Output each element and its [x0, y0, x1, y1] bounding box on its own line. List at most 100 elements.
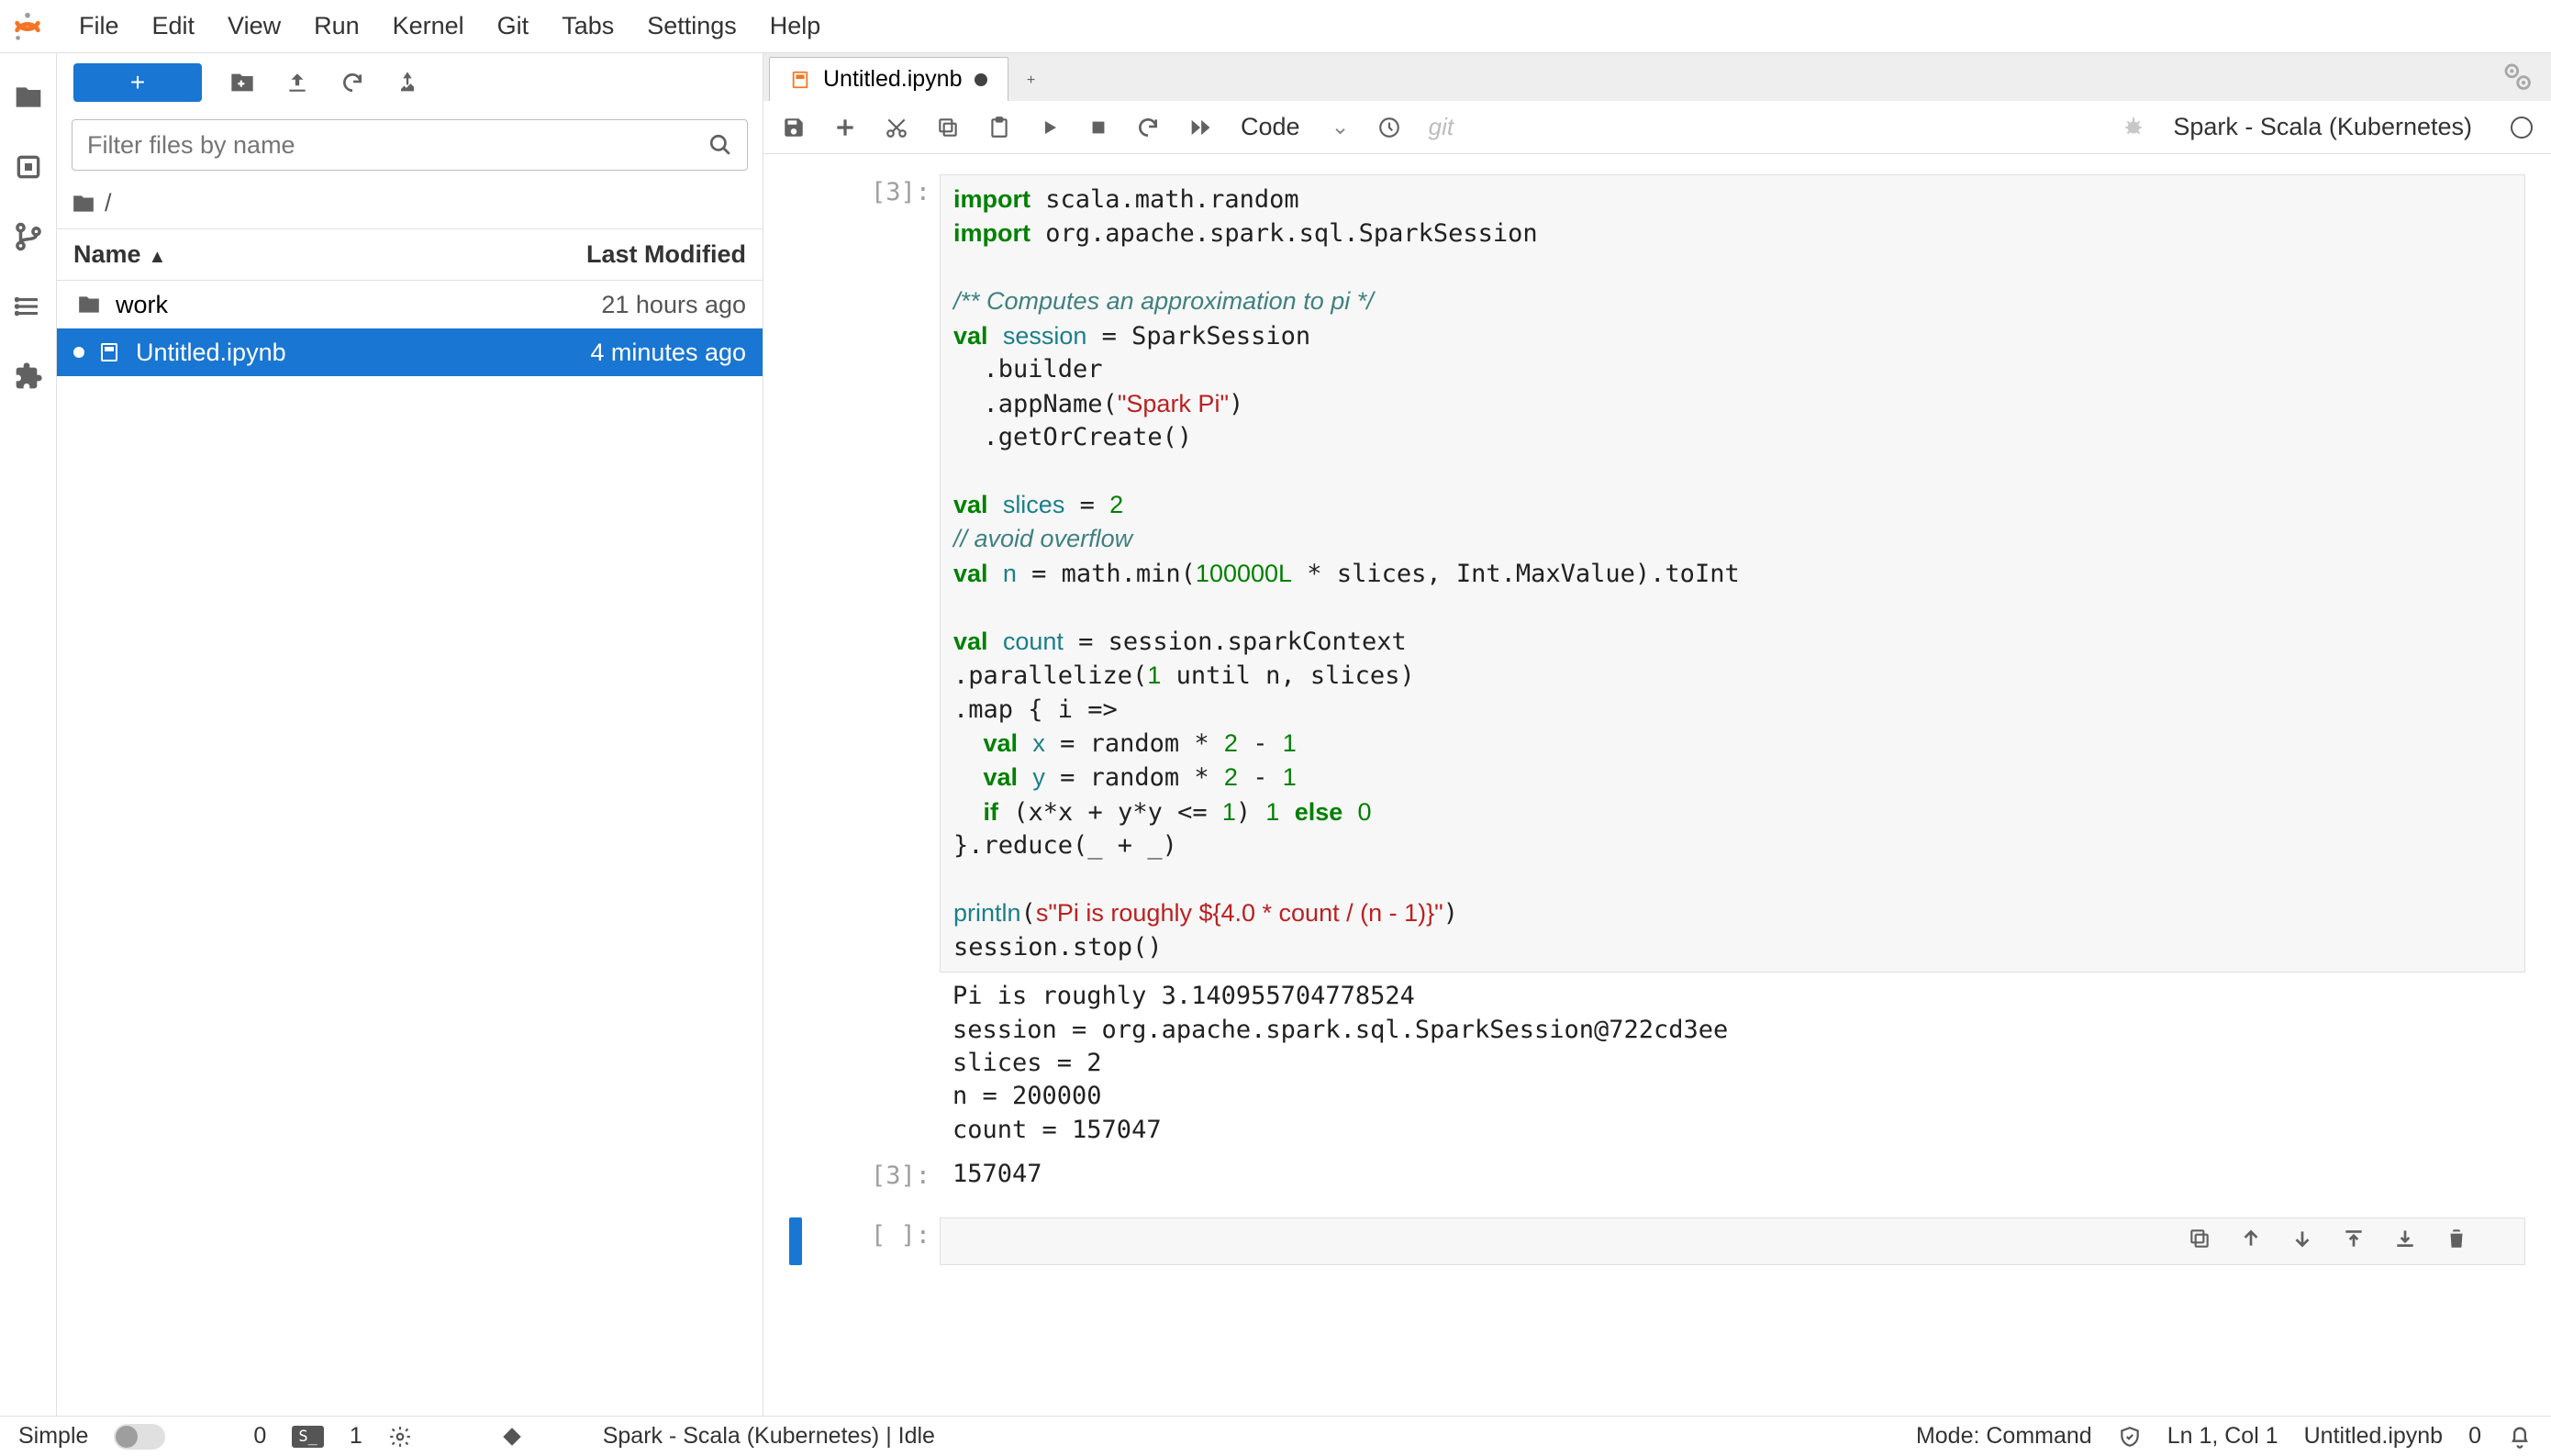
- folder-icon: [72, 192, 95, 216]
- breadcrumb[interactable]: /: [57, 178, 763, 229]
- cell-result: [3]: 157047: [789, 1158, 2525, 1195]
- add-cell-icon[interactable]: [833, 116, 857, 139]
- git-pull-icon[interactable]: [393, 68, 422, 97]
- gear-icon[interactable]: [388, 1425, 412, 1449]
- code-editor[interactable]: import scala.math.random import org.apac…: [940, 174, 2525, 973]
- filter-input[interactable]: [87, 131, 708, 160]
- paste-icon[interactable]: [987, 116, 1011, 139]
- result-value: 157047: [940, 1158, 2525, 1195]
- diamond-icon[interactable]: [500, 1425, 524, 1449]
- clock-icon[interactable]: [1377, 116, 1401, 139]
- menu-kernel[interactable]: Kernel: [376, 12, 481, 40]
- extensions-icon[interactable]: [12, 360, 45, 393]
- file-modified: 4 minutes ago: [471, 339, 746, 367]
- restart-icon[interactable]: [1136, 116, 1160, 139]
- run-all-icon[interactable]: [1187, 115, 1213, 140]
- file-row-notebook[interactable]: Untitled.ipynb 4 minutes ago: [57, 328, 763, 376]
- git-branch-icon[interactable]: [12, 220, 45, 253]
- status-zero: 0: [253, 1423, 266, 1450]
- bell-icon[interactable]: [2507, 1424, 2533, 1450]
- sort-asc-icon: ▲: [149, 247, 167, 267]
- breadcrumb-root[interactable]: /: [105, 189, 112, 217]
- jupyter-logo-icon: [11, 10, 44, 43]
- new-folder-icon[interactable]: [228, 68, 257, 97]
- menu-tabs[interactable]: Tabs: [545, 12, 630, 40]
- menu-file[interactable]: File: [62, 12, 136, 40]
- settings-gears-icon[interactable]: [2501, 61, 2533, 92]
- upload-icon[interactable]: [283, 68, 312, 97]
- cell-type-select[interactable]: Code ⌄: [1241, 113, 1350, 141]
- activity-bar: [0, 53, 57, 1416]
- result-prompt: [3]:: [811, 1158, 940, 1195]
- filter-input-wrap[interactable]: [72, 119, 748, 171]
- insert-above-icon[interactable]: [2342, 1227, 2367, 1252]
- dirty-dot-icon: [975, 73, 987, 86]
- bug-icon[interactable]: [2122, 116, 2145, 139]
- kernel-status-icon[interactable]: [2511, 117, 2533, 139]
- simple-label: Simple: [18, 1423, 88, 1450]
- new-launcher-button[interactable]: +: [73, 63, 202, 102]
- menu-help[interactable]: Help: [753, 12, 838, 40]
- main-area: Untitled.ipynb + Code ⌄ git Spark: [763, 53, 2551, 1416]
- col-name[interactable]: Name▲: [57, 240, 487, 269]
- status-badge[interactable]: S_: [292, 1426, 323, 1448]
- delete-icon[interactable]: [2445, 1227, 2470, 1252]
- move-up-icon[interactable]: [2239, 1227, 2265, 1252]
- status-filename: Untitled.ipynb: [2304, 1423, 2443, 1450]
- copy-icon[interactable]: [936, 116, 960, 139]
- file-name: work: [116, 291, 471, 319]
- file-browser: + / Name▲ Last Modified work 21 hours ag…: [57, 53, 763, 1416]
- status-one: 1: [350, 1423, 362, 1450]
- menu-settings[interactable]: Settings: [630, 12, 753, 40]
- file-name: Untitled.ipynb: [136, 339, 471, 367]
- status-ln-col: Ln 1, Col 1: [2167, 1423, 2278, 1450]
- running-dot-icon: [73, 347, 84, 358]
- add-tab-button[interactable]: +: [1008, 61, 1053, 101]
- status-mode: Mode: Command: [1916, 1423, 2092, 1450]
- save-icon[interactable]: [782, 116, 806, 139]
- cut-icon[interactable]: [885, 116, 908, 139]
- insert-below-icon[interactable]: [2393, 1227, 2419, 1252]
- chevron-down-icon: ⌄: [1331, 114, 1350, 140]
- notebook-body: [3]: import scala.math.random import org…: [763, 154, 2551, 1416]
- running-icon[interactable]: [12, 150, 45, 183]
- notebook-toolbar: Code ⌄ git Spark - Scala (Kubernetes): [763, 101, 2551, 154]
- menu-view[interactable]: View: [211, 12, 297, 40]
- run-icon[interactable]: [1039, 117, 1061, 139]
- col-modified[interactable]: Last Modified: [487, 240, 763, 269]
- folder-icon[interactable]: [12, 81, 45, 114]
- file-toolbar: +: [57, 53, 763, 112]
- file-modified: 21 hours ago: [471, 291, 746, 319]
- move-down-icon[interactable]: [2290, 1227, 2316, 1252]
- cell-toolbar: [2188, 1227, 2470, 1252]
- git-label[interactable]: git: [1429, 113, 1454, 141]
- toc-icon[interactable]: [12, 290, 45, 323]
- status-bar: Simple 0 S_ 1 Spark - Scala (Kubernetes)…: [0, 1416, 2551, 1456]
- duplicate-icon[interactable]: [2188, 1227, 2213, 1252]
- status-kernel[interactable]: Spark - Scala (Kubernetes) | Idle: [603, 1423, 935, 1450]
- refresh-icon[interactable]: [338, 68, 367, 97]
- menubar: File Edit View Run Kernel Git Tabs Setti…: [0, 0, 2551, 53]
- kernel-name[interactable]: Spark - Scala (Kubernetes): [2173, 113, 2472, 141]
- file-list-header: Name▲ Last Modified: [57, 229, 763, 281]
- menu-run[interactable]: Run: [297, 12, 376, 40]
- cell-empty[interactable]: [ ]:: [789, 1217, 2525, 1265]
- tab-notebook[interactable]: Untitled.ipynb: [769, 57, 1008, 101]
- exec-prompt: [3]:: [811, 174, 940, 1150]
- simple-toggle[interactable]: [114, 1424, 165, 1450]
- status-zero2: 0: [2468, 1423, 2481, 1450]
- file-row-folder[interactable]: work 21 hours ago: [57, 281, 763, 328]
- exec-prompt: [ ]:: [811, 1217, 940, 1265]
- menu-git[interactable]: Git: [481, 12, 546, 40]
- cell-executed[interactable]: [3]: import scala.math.random import org…: [789, 174, 2525, 1150]
- shield-icon[interactable]: [2118, 1425, 2142, 1449]
- stop-icon[interactable]: [1088, 117, 1108, 138]
- folder-icon: [73, 293, 105, 317]
- cell-output: Pi is roughly 3.140955704778524 session …: [940, 973, 2525, 1150]
- file-list: work 21 hours ago Untitled.ipynb 4 minut…: [57, 281, 763, 1416]
- search-icon: [708, 133, 732, 157]
- tab-title: Untitled.ipynb: [823, 66, 962, 93]
- tab-bar: Untitled.ipynb +: [763, 53, 2551, 101]
- menu-edit[interactable]: Edit: [136, 12, 212, 40]
- notebook-icon: [94, 341, 125, 363]
